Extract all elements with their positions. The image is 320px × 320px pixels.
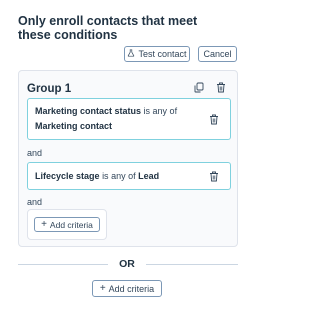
copy-icon[interactable] xyxy=(194,82,204,93)
add-criteria-label: Add criteria xyxy=(108,283,155,294)
trash-icon[interactable] xyxy=(209,171,219,182)
test-contact-label: Test contact xyxy=(138,49,187,59)
panel-heading: Only enroll contacts that meet these con… xyxy=(18,14,198,42)
trash-icon[interactable] xyxy=(216,82,226,93)
enrollment-conditions-panel: Only enroll contacts that meet these con… xyxy=(0,0,256,320)
add-criteria-label: Add criteria xyxy=(49,219,93,230)
criteria-property: Marketing contact status xyxy=(35,106,142,116)
plus-icon: + xyxy=(41,218,47,230)
and-connector: and xyxy=(27,197,43,207)
add-criteria-button[interactable]: + Add criteria xyxy=(92,280,162,297)
criteria-operator: is any of xyxy=(102,171,136,181)
criteria-text: Lifecycle stage is any of Lead xyxy=(35,169,202,184)
add-criteria-button[interactable]: + Add criteria xyxy=(34,217,100,232)
group-title: Group 1 xyxy=(27,83,72,95)
criteria-operator: is any of xyxy=(143,106,178,116)
divider xyxy=(18,264,108,265)
criteria-text: Marketing contact status is any of Marke… xyxy=(35,104,202,134)
add-criteria-container: + Add criteria xyxy=(27,209,107,240)
or-separator: OR xyxy=(119,258,135,270)
trash-icon[interactable] xyxy=(209,114,219,125)
criteria-value: Marketing contact xyxy=(35,121,113,131)
divider xyxy=(146,264,238,265)
test-contact-button[interactable]: Test contact xyxy=(124,46,190,62)
cancel-button[interactable]: Cancel xyxy=(198,46,237,62)
criteria-card[interactable]: Marketing contact status is any of Marke… xyxy=(27,98,231,140)
criteria-card[interactable]: Lifecycle stage is any of Lead xyxy=(27,162,231,190)
plus-icon: + xyxy=(99,282,106,294)
flask-icon xyxy=(127,49,135,59)
criteria-property: Lifecycle stage xyxy=(35,171,100,181)
condition-group: Group 1 Marketing contact status is any … xyxy=(18,70,238,247)
and-connector: and xyxy=(27,148,43,158)
criteria-value: Lead xyxy=(138,171,160,181)
